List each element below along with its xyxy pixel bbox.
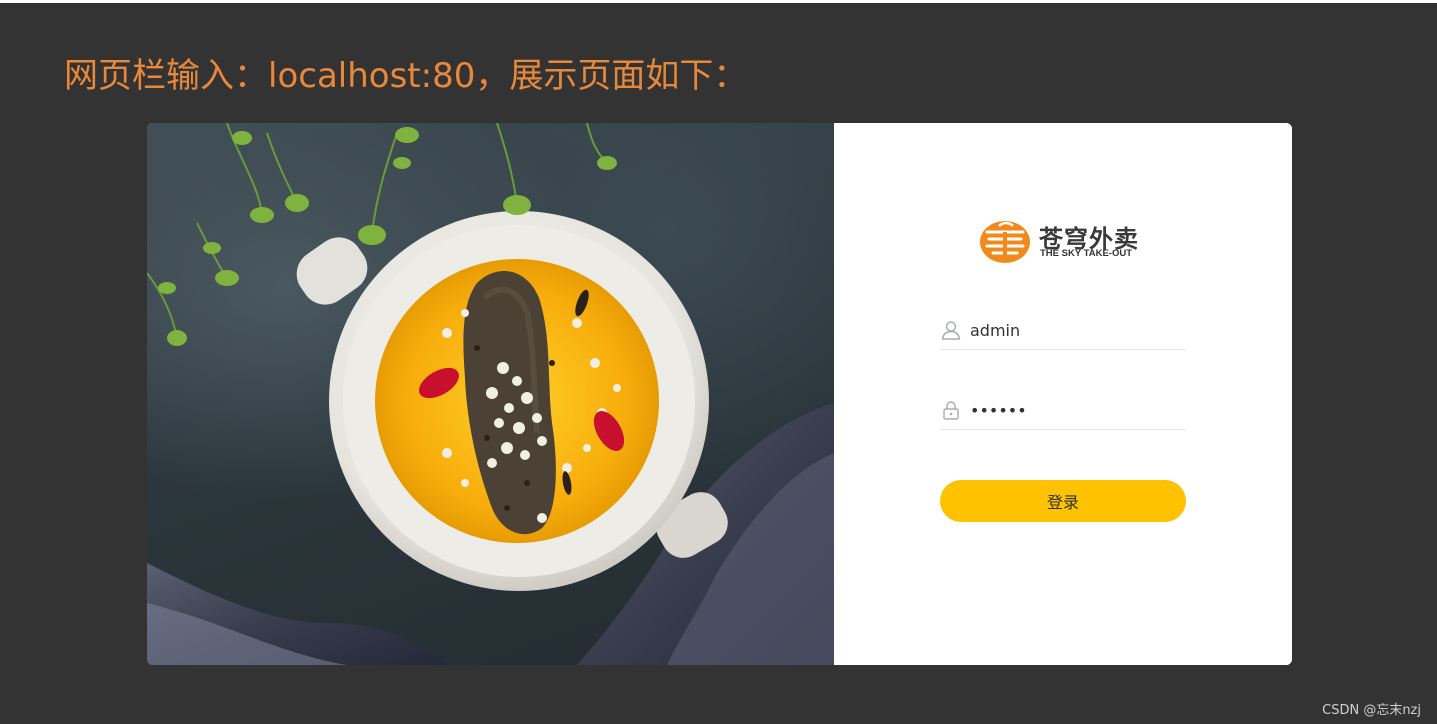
food-photo-illustration <box>147 123 834 665</box>
page-heading: 网页栏输入：localhost:80，展示页面如下： <box>64 56 748 96</box>
login-card: 苍穹外卖 THE SKY TAKE-OUT 登录 <box>147 123 1292 665</box>
username-input[interactable] <box>970 317 1180 343</box>
screenshot-page: 网页栏输入：localhost:80，展示页面如下： 苍穹外卖 THE SKY … <box>0 3 1437 724</box>
food-photo <box>147 123 834 665</box>
login-button[interactable]: 登录 <box>940 480 1186 522</box>
username-field <box>940 313 1186 350</box>
logo-name-en: THE SKY TAKE-OUT <box>1040 248 1133 259</box>
password-input[interactable] <box>970 397 1180 423</box>
logo-icon <box>980 221 1030 263</box>
password-field <box>940 393 1186 430</box>
lock-icon <box>943 401 959 420</box>
brand-logo: 苍穹外卖 THE SKY TAKE-OUT <box>979 218 1151 266</box>
login-panel: 苍穹外卖 THE SKY TAKE-OUT 登录 <box>834 123 1292 665</box>
user-icon <box>941 321 961 340</box>
csdn-watermark: CSDN @忘末nzj <box>1322 703 1421 718</box>
